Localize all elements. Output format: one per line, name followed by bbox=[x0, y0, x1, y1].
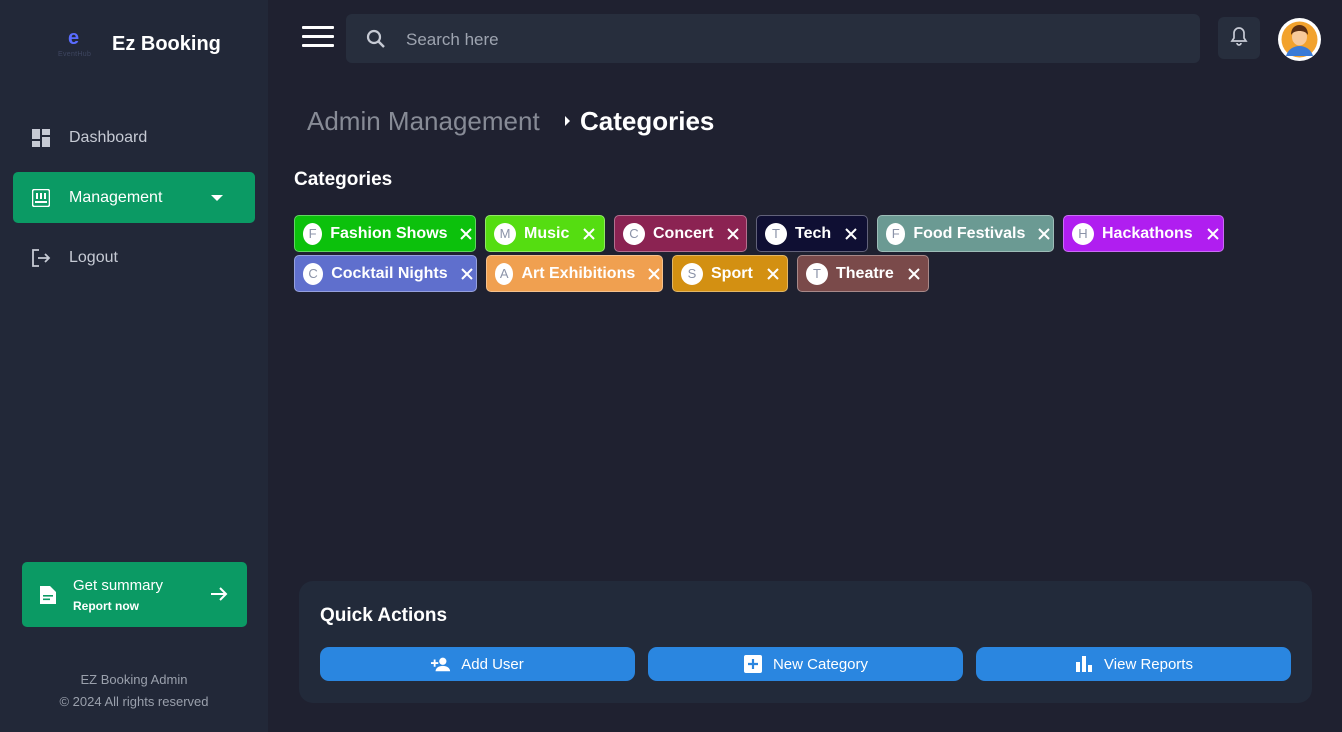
search-input[interactable]: Search here bbox=[346, 14, 1200, 63]
chip-avatar: T bbox=[765, 222, 787, 245]
brand-logo: e EventHub bbox=[58, 27, 102, 61]
close-icon[interactable] bbox=[645, 264, 662, 284]
category-chip[interactable]: H Hackathons bbox=[1063, 215, 1224, 252]
new-category-button[interactable]: New Category bbox=[648, 647, 963, 681]
brand[interactable]: e EventHub Ez Booking bbox=[58, 24, 221, 64]
chip-label: Sport bbox=[711, 264, 753, 282]
chip-label: Theatre bbox=[836, 264, 894, 282]
chip-avatar: F bbox=[886, 222, 906, 245]
notifications-button[interactable] bbox=[1218, 17, 1260, 59]
sidebar-item-management[interactable]: Management bbox=[13, 172, 255, 223]
chip-avatar: F bbox=[303, 222, 323, 245]
document-icon bbox=[40, 586, 56, 604]
arrow-right-icon bbox=[209, 584, 229, 604]
chip-label: Tech bbox=[795, 224, 832, 242]
logout-icon bbox=[31, 248, 51, 268]
close-icon[interactable] bbox=[579, 224, 599, 244]
category-chip[interactable]: C Concert bbox=[614, 215, 747, 252]
bell-icon bbox=[1230, 26, 1248, 51]
sidebar-item-label: Logout bbox=[69, 248, 118, 266]
search-icon bbox=[366, 29, 386, 49]
sidebar-item-label: Management bbox=[69, 188, 163, 206]
summary-subtitle: Report now bbox=[73, 599, 139, 613]
bar-chart-icon bbox=[1074, 655, 1094, 673]
sidebar-item-label: Dashboard bbox=[69, 128, 148, 146]
dashboard-icon bbox=[31, 128, 51, 148]
category-chip[interactable]: F Fashion Shows bbox=[294, 215, 476, 252]
close-icon[interactable] bbox=[1035, 224, 1053, 244]
quick-actions-title: Quick Actions bbox=[320, 605, 448, 626]
chip-label: Food Festivals bbox=[913, 224, 1026, 242]
category-chip[interactable]: T Theatre bbox=[797, 255, 929, 292]
brand-logo-letter: e bbox=[68, 27, 80, 49]
chip-avatar: C bbox=[623, 222, 645, 245]
categories-heading: Categories bbox=[294, 169, 393, 190]
brand-logo-caption: EventHub bbox=[58, 51, 92, 58]
sidebar-item-dashboard[interactable]: Dashboard bbox=[13, 112, 255, 163]
chip-label: Fashion Shows bbox=[330, 224, 448, 242]
chip-avatar: T bbox=[806, 262, 828, 285]
chip-label: Concert bbox=[653, 224, 714, 242]
add-box-icon bbox=[743, 655, 763, 673]
avatar[interactable] bbox=[1278, 18, 1321, 61]
new-category-label: New Category bbox=[772, 655, 869, 673]
hamburger-menu-icon[interactable] bbox=[302, 26, 334, 50]
breadcrumb-admin-management[interactable]: Admin Management bbox=[307, 106, 540, 137]
add-user-button[interactable]: Add User bbox=[320, 647, 635, 681]
quick-actions-panel: Quick Actions Add User New Category View… bbox=[299, 581, 1312, 703]
view-reports-label: View Reports bbox=[1104, 655, 1193, 673]
chip-label: Hackathons bbox=[1102, 224, 1193, 242]
chip-avatar: H bbox=[1072, 222, 1094, 245]
category-chip[interactable]: C Cocktail Nights bbox=[294, 255, 477, 292]
get-summary-button[interactable]: Get summary Report now bbox=[22, 562, 247, 627]
chevron-down-icon[interactable] bbox=[211, 195, 223, 201]
category-chip[interactable]: S Sport bbox=[672, 255, 788, 292]
category-chip[interactable]: M Music bbox=[485, 215, 605, 252]
chip-avatar: A bbox=[495, 262, 514, 285]
chip-label: Art Exhibitions bbox=[521, 264, 636, 282]
management-icon bbox=[31, 188, 51, 208]
footer-title: EZ Booking Admin bbox=[80, 672, 188, 687]
close-icon[interactable] bbox=[904, 264, 924, 284]
chip-label: Cocktail Nights bbox=[331, 264, 448, 282]
sidebar-item-logout[interactable]: Logout bbox=[13, 232, 255, 283]
chip-avatar: C bbox=[303, 262, 324, 285]
close-icon[interactable] bbox=[458, 264, 476, 284]
summary-title: Get summary bbox=[73, 577, 164, 594]
search-placeholder: Search here bbox=[406, 30, 499, 49]
close-icon[interactable] bbox=[763, 264, 783, 284]
close-icon[interactable] bbox=[723, 224, 743, 244]
category-chip[interactable]: F Food Festivals bbox=[877, 215, 1054, 252]
chip-label: Music bbox=[524, 224, 570, 242]
add-user-label: Add User bbox=[461, 655, 524, 673]
add-user-icon bbox=[431, 655, 451, 673]
breadcrumb-separator-icon bbox=[565, 116, 570, 126]
chip-avatar: M bbox=[494, 222, 516, 245]
category-chip[interactable]: T Tech bbox=[756, 215, 868, 252]
brand-name: Ez Booking bbox=[112, 32, 221, 55]
footer-copyright: © 2024 All rights reserved bbox=[59, 694, 209, 709]
category-chip[interactable]: A Art Exhibitions bbox=[486, 255, 663, 292]
close-icon[interactable] bbox=[841, 224, 861, 244]
chip-avatar: S bbox=[681, 262, 703, 285]
close-icon[interactable] bbox=[1203, 224, 1223, 244]
view-reports-button[interactable]: View Reports bbox=[976, 647, 1291, 681]
page-title: Categories bbox=[580, 106, 715, 136]
sidebar: e EventHub Ez Booking Dashboard Manageme… bbox=[0, 0, 268, 732]
close-icon[interactable] bbox=[458, 224, 475, 244]
